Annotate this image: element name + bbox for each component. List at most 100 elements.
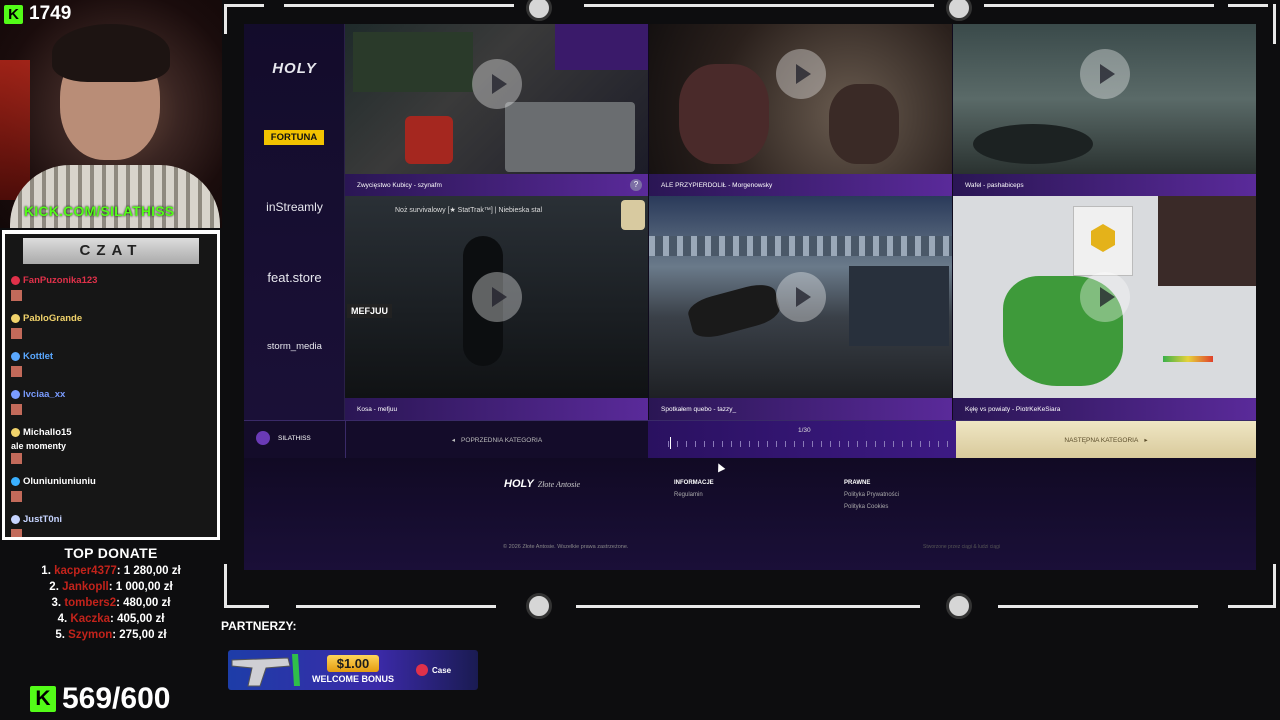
donate-rank: 4. — [57, 613, 68, 625]
chat-messages: FanPuzonika123 PabloGrande Kottlet lvciaa_x… — [5, 268, 217, 537]
next-category-label: NASTĘPNA KATEGORIA — [1064, 436, 1139, 444]
clip-tile[interactable]: Zwycięstwo Kubicy - szynafm ? — [345, 24, 648, 196]
chat-message: JustT0ni — [11, 511, 213, 537]
partner-banner[interactable]: $1.00 WELCOME BONUS Case — [228, 650, 478, 690]
donate-amount: : 480,00 zł — [116, 597, 171, 609]
donate-rank: 5. — [55, 629, 65, 641]
chat-emote-icon — [11, 491, 22, 502]
partner-brand: Case — [416, 664, 451, 676]
chat-username[interactable]: PabloGrande — [23, 313, 82, 324]
category-progress[interactable]: 1/30 — [648, 421, 956, 459]
footer-link-regulamin[interactable]: Regulamin — [674, 492, 714, 498]
previous-category-label: POPRZEDNIA KATEGORIA — [461, 436, 543, 444]
play-icon[interactable] — [776, 49, 826, 99]
clip-label: Spotkałem quebo - tazzy_ — [649, 398, 952, 420]
footer-logo-text: HOLY — [504, 478, 534, 490]
viewer-count: K 1749 — [4, 3, 71, 25]
sponsor-holy[interactable]: HOLY — [244, 60, 345, 77]
user-account[interactable]: SILATHISS — [256, 431, 311, 445]
sponsor-feat-store[interactable]: feat.store — [244, 270, 345, 285]
username: SILATHISS — [278, 434, 311, 442]
help-icon[interactable]: ? — [630, 179, 642, 191]
chat-username[interactable]: FanPuzonika123 — [23, 275, 97, 286]
chat-emote-icon — [11, 404, 22, 415]
stream-screen: K 1749 KICK.COM/SILATHISS CZAT FanPuzoni… — [0, 0, 1280, 720]
chat-message: lvciaa_xx — [11, 386, 213, 420]
sponsor-storm-media[interactable]: storm_media — [244, 341, 345, 352]
chat-emote-icon — [11, 366, 22, 377]
clip-label: ALE PRZYPIERDOLIŁ - Morgenowsky — [649, 174, 952, 196]
chat-emote-icon — [11, 328, 22, 339]
donate-rank: 2. — [49, 581, 59, 593]
footer-legal-column: PRAWNE Polityka Prywatności Polityka Coo… — [844, 480, 899, 516]
chat-emote-icon — [11, 529, 22, 537]
partners-label: PARTNERZY: — [221, 619, 297, 633]
clip-tile[interactable]: Wafel - pashabiceps — [953, 24, 1256, 196]
bonus-offer: $1.00 WELCOME BONUS — [312, 655, 394, 684]
follower-goal-value: 569/600 — [62, 682, 171, 715]
donate-nick: Szymon — [68, 629, 113, 641]
chat-username[interactable]: lvciaa_xx — [23, 389, 65, 400]
channel-url: KICK.COM/SILATHISS — [24, 203, 175, 219]
kick-logo-icon: K — [30, 686, 56, 712]
chat-username[interactable]: Kottlet — [23, 351, 53, 362]
donate-nick: kacper4377 — [54, 565, 117, 577]
streamer-tag: MEFJUU — [347, 304, 393, 318]
play-icon[interactable] — [1080, 272, 1130, 322]
sponsor-fortuna[interactable]: FORTUNA — [264, 130, 324, 145]
footer-copyright: © 2026 Złote Antosie. Wszelkie prawa zas… — [503, 544, 629, 550]
donate-entry: 3. tombers2: 480,00 zł — [0, 595, 222, 611]
donate-amount: : 275,00 zł — [112, 629, 167, 641]
clip-thumbnail — [953, 24, 1256, 174]
arrow-right-icon: ▸ — [1144, 437, 1148, 444]
play-icon[interactable] — [776, 272, 826, 322]
donate-rank: 3. — [51, 597, 62, 609]
clip-tile[interactable]: Spotkałem quebo - tazzy_ — [649, 196, 952, 420]
chat-username[interactable]: JustT0ni — [23, 514, 62, 525]
case-logo-icon — [416, 664, 428, 676]
footer-link-cookies[interactable]: Polityka Cookies — [844, 504, 899, 510]
footer-link-privacy[interactable]: Polityka Prywatności — [844, 492, 899, 498]
sponsor-instreamly[interactable]: inStreamly — [244, 200, 345, 214]
footer-info-title: INFORMACJE — [674, 480, 714, 486]
footer-info-column: INFORMACJE Regulamin — [674, 480, 714, 504]
chat-username[interactable]: Michallo15 — [23, 427, 72, 438]
play-icon[interactable] — [472, 272, 522, 322]
chat-message: Oluniuniuniuniu — [11, 473, 213, 507]
donate-amount: : 1 280,00 zł — [116, 565, 181, 577]
donate-entry: 4. Kaczka: 405,00 zł — [0, 611, 222, 627]
clip-label: Wafel - pashabiceps — [953, 174, 1256, 196]
play-icon[interactable] — [1080, 49, 1130, 99]
previous-category-button[interactable]: ◂ POPRZEDNIA KATEGORIA — [345, 421, 648, 459]
chat-badge-icon — [11, 275, 20, 285]
chat-message: FanPuzonika123 — [11, 272, 213, 306]
bonus-amount: $1.00 — [326, 655, 380, 672]
donate-amount: : 405,00 zł — [110, 613, 165, 625]
footer-credit: Stworzone przez ciągi & ludzi ciągi — [923, 544, 1000, 550]
category-counter: 1/30 — [798, 427, 811, 434]
bonus-text: WELCOME BONUS — [312, 674, 394, 684]
donate-amount: : 1 000,00 zł — [108, 581, 173, 593]
clip-tile[interactable]: Kęłę vs powiaty - PiotrKeKeSiara — [953, 196, 1256, 420]
streamer-hair — [52, 24, 170, 82]
user-icon — [256, 431, 270, 445]
chat-badge-icon — [11, 476, 20, 486]
donate-entry: 5. Szymon: 275,00 zł — [0, 627, 222, 643]
donate-nick: Kaczka — [70, 613, 111, 625]
next-category-button[interactable]: NASTĘPNA KATEGORIA ▸ — [956, 421, 1256, 459]
clip-tile[interactable]: Noż survivalowy [★ StatTrak™] | Niebiesk… — [345, 196, 648, 420]
skin-badge-icon — [621, 200, 645, 230]
chat-title: CZAT — [23, 238, 199, 264]
footer-logo[interactable]: HOLY Złote Antosie — [504, 478, 580, 490]
partner-brand-name: Case — [432, 665, 452, 675]
clip-tile[interactable]: ALE PRZYPIERDOLIŁ - Morgenowsky — [649, 24, 952, 196]
chat-text: ale momenty — [11, 441, 67, 451]
play-icon[interactable] — [472, 59, 522, 109]
sponsor-sidebar: HOLY FORTUNA inStreamly feat.store storm… — [244, 24, 345, 420]
chat-username[interactable]: Oluniuniuniuniu — [23, 476, 96, 487]
arrow-left-icon: ◂ — [451, 437, 456, 444]
chat-badge-icon — [11, 351, 20, 361]
chat-panel: CZAT FanPuzonika123 PabloGrande Kottlet lvc… — [2, 230, 220, 540]
donate-entry: 2. Jankopll: 1 000,00 zł — [0, 579, 222, 595]
webcam: K 1749 KICK.COM/SILATHISS — [0, 0, 222, 228]
